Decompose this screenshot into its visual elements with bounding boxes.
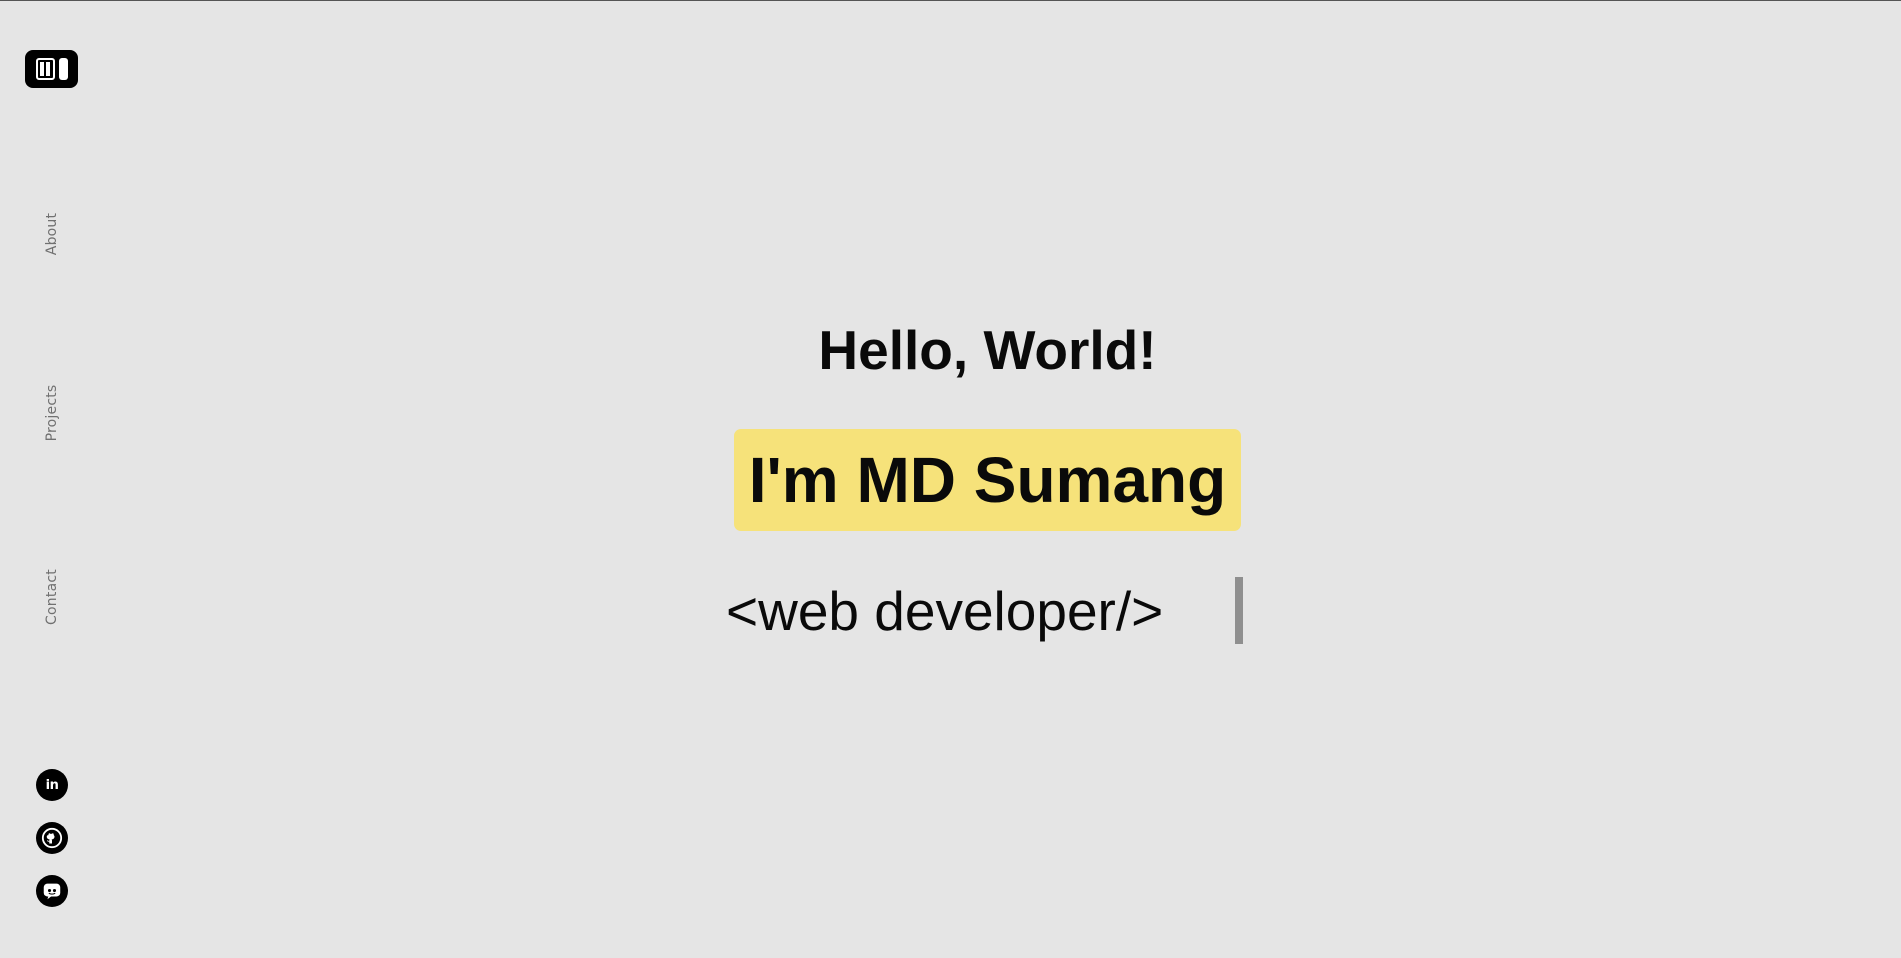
hero-section: Hello, World! I'm MD Sumang <web develop… — [0, 0, 1901, 958]
hero-name: I'm MD Sumang — [748, 444, 1227, 516]
role-text: <web developer/> — [726, 580, 1164, 642]
greeting-text: Hello, World! — [818, 319, 1157, 381]
typing-cursor — [1235, 577, 1243, 644]
name-highlight: I'm MD Sumang — [734, 429, 1241, 531]
